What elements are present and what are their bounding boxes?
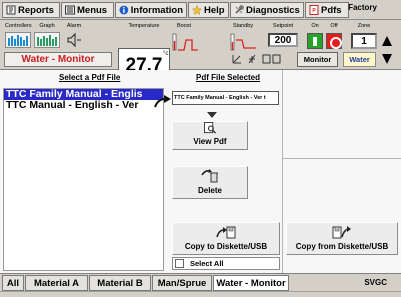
- speaker-icon: [67, 32, 81, 48]
- delete-icon: [201, 169, 218, 183]
- menu-pdfs-button[interactable]: P Pdfs: [305, 2, 349, 18]
- setpoint-label: Setpoint: [272, 23, 294, 29]
- graph-icon: [37, 35, 57, 46]
- delete-button[interactable]: Delete: [172, 166, 248, 199]
- zone-down-arrow-icon[interactable]: [382, 54, 392, 64]
- on-button[interactable]: [307, 33, 323, 49]
- menu-help-button[interactable]: Help: [188, 2, 229, 18]
- list-item[interactable]: TTC Manual - English - Ver: [4, 100, 163, 111]
- controllers-icon: [8, 35, 28, 46]
- temperature-label: Temperature: [128, 23, 160, 29]
- grid-icon[interactable]: [262, 54, 281, 64]
- help-icon: [192, 5, 202, 15]
- alarm-button[interactable]: [64, 32, 84, 48]
- user-level-label: Factory: [348, 3, 377, 12]
- copy-to-diskette-button[interactable]: Copy to Diskette/USB: [172, 222, 280, 255]
- send-arrow-icon: [154, 95, 171, 108]
- menu-label: Information: [130, 4, 183, 16]
- pdf-selected-title: Pdf File Selected: [196, 73, 261, 82]
- menu-information-button[interactable]: Information: [115, 2, 187, 18]
- view-pdf-button[interactable]: View Pdf: [172, 121, 248, 150]
- menu-label: Reports: [18, 4, 54, 16]
- menu-label: Menus: [77, 4, 108, 16]
- menu-label: Diagnostics: [246, 4, 300, 16]
- menus-icon: [65, 5, 75, 15]
- setpoint-field[interactable]: 200: [268, 33, 298, 47]
- copy-from-disk-icon: [332, 226, 351, 239]
- graph-button[interactable]: [34, 32, 60, 48]
- menu-label: Pdfs: [321, 4, 342, 16]
- menu-diagnostics-button[interactable]: Diagnostics: [230, 2, 304, 18]
- scale-icon[interactable]: [248, 54, 256, 64]
- alarm-label: Alarm: [66, 23, 82, 29]
- pdf-icon: P: [309, 5, 319, 15]
- information-icon: [119, 5, 129, 15]
- zone-up-arrow-icon[interactable]: [382, 36, 392, 46]
- menu-menus-button[interactable]: Menus: [61, 2, 114, 18]
- copy-from-diskette-button[interactable]: Copy from Diskette/USB: [286, 222, 398, 255]
- boost-label: Boost: [176, 23, 192, 29]
- select-pdf-title: Select a Pdf File: [59, 73, 121, 82]
- view-document-icon: [204, 122, 217, 134]
- delete-label: Delete: [197, 186, 222, 195]
- tab-material-b[interactable]: Material B: [89, 275, 151, 291]
- reports-icon: [6, 5, 16, 15]
- select-all-checkbox[interactable]: Select All: [172, 257, 280, 270]
- off-label: Off: [330, 23, 338, 29]
- column-divider: [282, 70, 283, 273]
- standby-label: Standby: [232, 23, 254, 29]
- checkbox-box[interactable]: [175, 259, 184, 268]
- zone-label: Zone: [357, 23, 371, 29]
- controller-strip: Controllers Graph Alarm Temperature Boos…: [0, 20, 401, 84]
- tab-water-monitor[interactable]: Water - Monitor: [213, 275, 289, 291]
- boost-icon: [172, 33, 198, 51]
- tab-material-a[interactable]: Material A: [25, 275, 88, 291]
- water-button[interactable]: Water: [343, 52, 376, 67]
- zone-field[interactable]: 1: [351, 33, 377, 49]
- copy-to-disk-icon: [216, 226, 236, 239]
- tab-all[interactable]: All: [2, 275, 24, 291]
- copy-to-label: Copy to Diskette/USB: [184, 242, 268, 251]
- pdf-file-list[interactable]: TTC Family Manual - Englis TTC Manual - …: [3, 88, 164, 271]
- pdf-panel: Select a Pdf File Pdf File Selected TTC …: [0, 70, 401, 273]
- select-all-label: Select All: [190, 259, 224, 268]
- standby-button[interactable]: [228, 32, 258, 54]
- boost-button[interactable]: [170, 32, 200, 54]
- menu-reports-button[interactable]: Reports: [2, 2, 60, 18]
- copy-from-label: Copy from Diskette/USB: [295, 242, 389, 251]
- temperature-unit: °c: [163, 51, 169, 57]
- view-pdf-label: View Pdf: [193, 137, 227, 146]
- zone-tab-bar: All Material A Material B Man/Sprue Wate…: [0, 273, 401, 291]
- status-code: SVGC: [364, 278, 387, 287]
- tab-man-sprue[interactable]: Man/Sprue: [152, 275, 212, 291]
- selected-file-field: TTC Family Manual - English - Ver t: [172, 91, 279, 105]
- controllers-label: Controllers: [5, 23, 32, 29]
- on-label: On: [311, 23, 319, 29]
- standby-icon: [230, 33, 256, 51]
- down-arrow-icon: [207, 112, 217, 118]
- menu-label: Help: [204, 4, 225, 16]
- row-divider: [283, 158, 401, 159]
- tool-icons: [232, 54, 281, 64]
- monitor-button[interactable]: Monitor: [297, 52, 338, 67]
- diagnostics-icon: [235, 5, 244, 14]
- status-bar: [0, 291, 401, 297]
- menu-bar: Reports Menus Information Help Diagnosti…: [0, 0, 401, 20]
- mode-display: Water - Monitor: [4, 52, 112, 67]
- off-button[interactable]: [326, 33, 342, 49]
- graph-label: Graph: [39, 23, 55, 29]
- trend-icon[interactable]: [232, 55, 241, 64]
- controllers-button[interactable]: [5, 32, 31, 48]
